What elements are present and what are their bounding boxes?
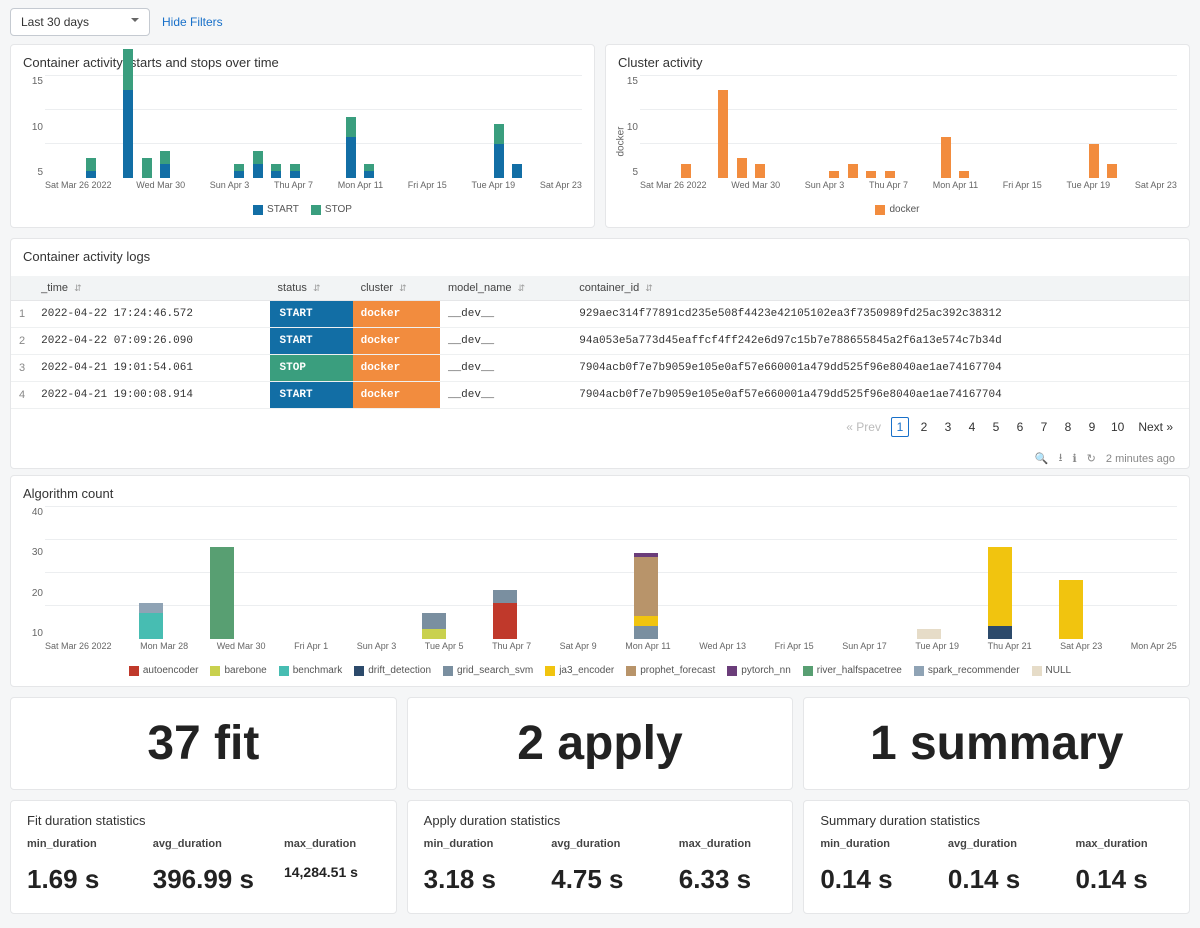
stat-label: max_duration <box>1075 838 1173 850</box>
col-model_name[interactable]: model_name ⇵ <box>440 276 571 301</box>
filter-toolbar: Last 30 days Hide Filters <box>0 0 1200 44</box>
container-activity-title: Container activity: starts and stops ove… <box>23 55 582 70</box>
cluster-activity-title: Cluster activity <box>618 55 1177 70</box>
refresh-icon[interactable]: ↻ <box>1087 452 1096 465</box>
stat-value: 1.69 s <box>27 864 123 895</box>
table-row[interactable]: 22022-04-22 07:09:26.090STARTdocker__dev… <box>11 328 1189 355</box>
count-card: 1 summary <box>803 697 1190 790</box>
logs-table: _time ⇵status ⇵cluster ⇵model_name ⇵cont… <box>11 276 1189 409</box>
stats-card: Apply duration statistics min_duration 3.1… <box>407 800 794 914</box>
counts-row: 37 fit 2 apply 1 summary <box>0 697 1200 800</box>
container-activity-legend: STARTSTOP <box>23 204 582 215</box>
stats-title: Summary duration statistics <box>820 813 1173 828</box>
pager-page[interactable]: 4 <box>963 418 981 436</box>
cluster-activity-legend: docker <box>618 204 1177 215</box>
table-row[interactable]: 42022-04-21 19:00:08.914STARTdocker__dev… <box>11 382 1189 409</box>
pager-page[interactable]: 7 <box>1035 418 1053 436</box>
col-_time[interactable]: _time ⇵ <box>33 276 269 301</box>
algorithm-count-legend: autoencoderbarebonebenchmarkdrift_detect… <box>23 665 1177 676</box>
search-icon[interactable]: 🔍 <box>1035 452 1049 465</box>
time-range-dropdown[interactable]: Last 30 days <box>10 8 150 36</box>
pager: « Prev 123456789 10 Next » <box>11 409 1189 445</box>
stats-card: Summary duration statistics min_duration 0… <box>803 800 1190 914</box>
algorithm-count-title: Algorithm count <box>23 486 1177 501</box>
pager-prev[interactable]: « Prev <box>842 418 885 436</box>
stat-value: 0.14 s <box>1075 864 1173 895</box>
stat-label: max_duration <box>679 838 777 850</box>
stats-row: Fit duration statistics min_duration 1.69 … <box>0 800 1200 924</box>
stat-label: min_duration <box>424 838 522 850</box>
stat-value: 6.33 s <box>679 864 777 895</box>
count-value: 2 apply <box>420 716 781 771</box>
table-row[interactable]: 12022-04-22 17:24:46.572STARTdocker__dev… <box>11 301 1189 328</box>
pager-page[interactable]: 10 <box>1107 418 1128 436</box>
cluster-activity-chart: docker 51015Sat Mar 26 2022Wed Mar 30Sun… <box>640 76 1177 196</box>
count-value: 37 fit <box>23 716 384 771</box>
col-container_id[interactable]: container_id ⇵ <box>571 276 1189 301</box>
stat-label: min_duration <box>27 838 123 850</box>
stat-label: avg_duration <box>551 838 649 850</box>
cluster-activity-panel: Cluster activity docker 51015Sat Mar 26 … <box>605 44 1190 228</box>
pager-page[interactable]: 2 <box>915 418 933 436</box>
col-cluster[interactable]: cluster ⇵ <box>353 276 440 301</box>
pager-page[interactable]: 8 <box>1059 418 1077 436</box>
panel-actions: 🔍 ⭳ ℹ ↻ 2 minutes ago <box>11 445 1189 468</box>
table-row[interactable]: 32022-04-21 19:01:54.061STOPdocker__dev_… <box>11 355 1189 382</box>
stats-title: Apply duration statistics <box>424 813 777 828</box>
hide-filters-link[interactable]: Hide Filters <box>162 15 223 29</box>
pager-page[interactable]: 9 <box>1083 418 1101 436</box>
download-icon[interactable]: ⭳ <box>1059 449 1063 468</box>
logs-panel: Container activity logs _time ⇵status ⇵c… <box>10 238 1190 469</box>
stat-label: min_duration <box>820 838 918 850</box>
count-value: 1 summary <box>816 716 1177 771</box>
logs-title: Container activity logs <box>11 239 1189 270</box>
refreshed-ago: 2 minutes ago <box>1106 453 1175 465</box>
stat-label: max_duration <box>284 838 380 850</box>
container-activity-chart: 51015Sat Mar 26 2022Wed Mar 30Sun Apr 3T… <box>45 76 582 196</box>
count-card: 37 fit <box>10 697 397 790</box>
pager-next[interactable]: Next » <box>1134 418 1177 436</box>
stat-value: 0.14 s <box>820 864 918 895</box>
stats-title: Fit duration statistics <box>27 813 380 828</box>
stat-value: 0.14 s <box>948 864 1046 895</box>
pager-page[interactable]: 5 <box>987 418 1005 436</box>
pager-page[interactable]: 3 <box>939 418 957 436</box>
stat-label: avg_duration <box>948 838 1046 850</box>
stat-label: avg_duration <box>153 838 254 850</box>
stats-card: Fit duration statistics min_duration 1.69 … <box>10 800 397 914</box>
stat-value: 14,284.51 s <box>284 864 380 880</box>
col-status[interactable]: status ⇵ <box>270 276 353 301</box>
algorithm-count-chart: 10203040Sat Mar 26 2022Mon Mar 28Wed Mar… <box>45 507 1177 657</box>
algorithm-count-panel: Algorithm count 10203040Sat Mar 26 2022M… <box>10 475 1190 687</box>
container-activity-panel: Container activity: starts and stops ove… <box>10 44 595 228</box>
stat-value: 3.18 s <box>424 864 522 895</box>
info-icon[interactable]: ℹ <box>1072 452 1076 465</box>
stat-value: 396.99 s <box>153 864 254 895</box>
stat-value: 4.75 s <box>551 864 649 895</box>
count-card: 2 apply <box>407 697 794 790</box>
pager-page[interactable]: 6 <box>1011 418 1029 436</box>
pager-page[interactable]: 1 <box>891 417 909 437</box>
